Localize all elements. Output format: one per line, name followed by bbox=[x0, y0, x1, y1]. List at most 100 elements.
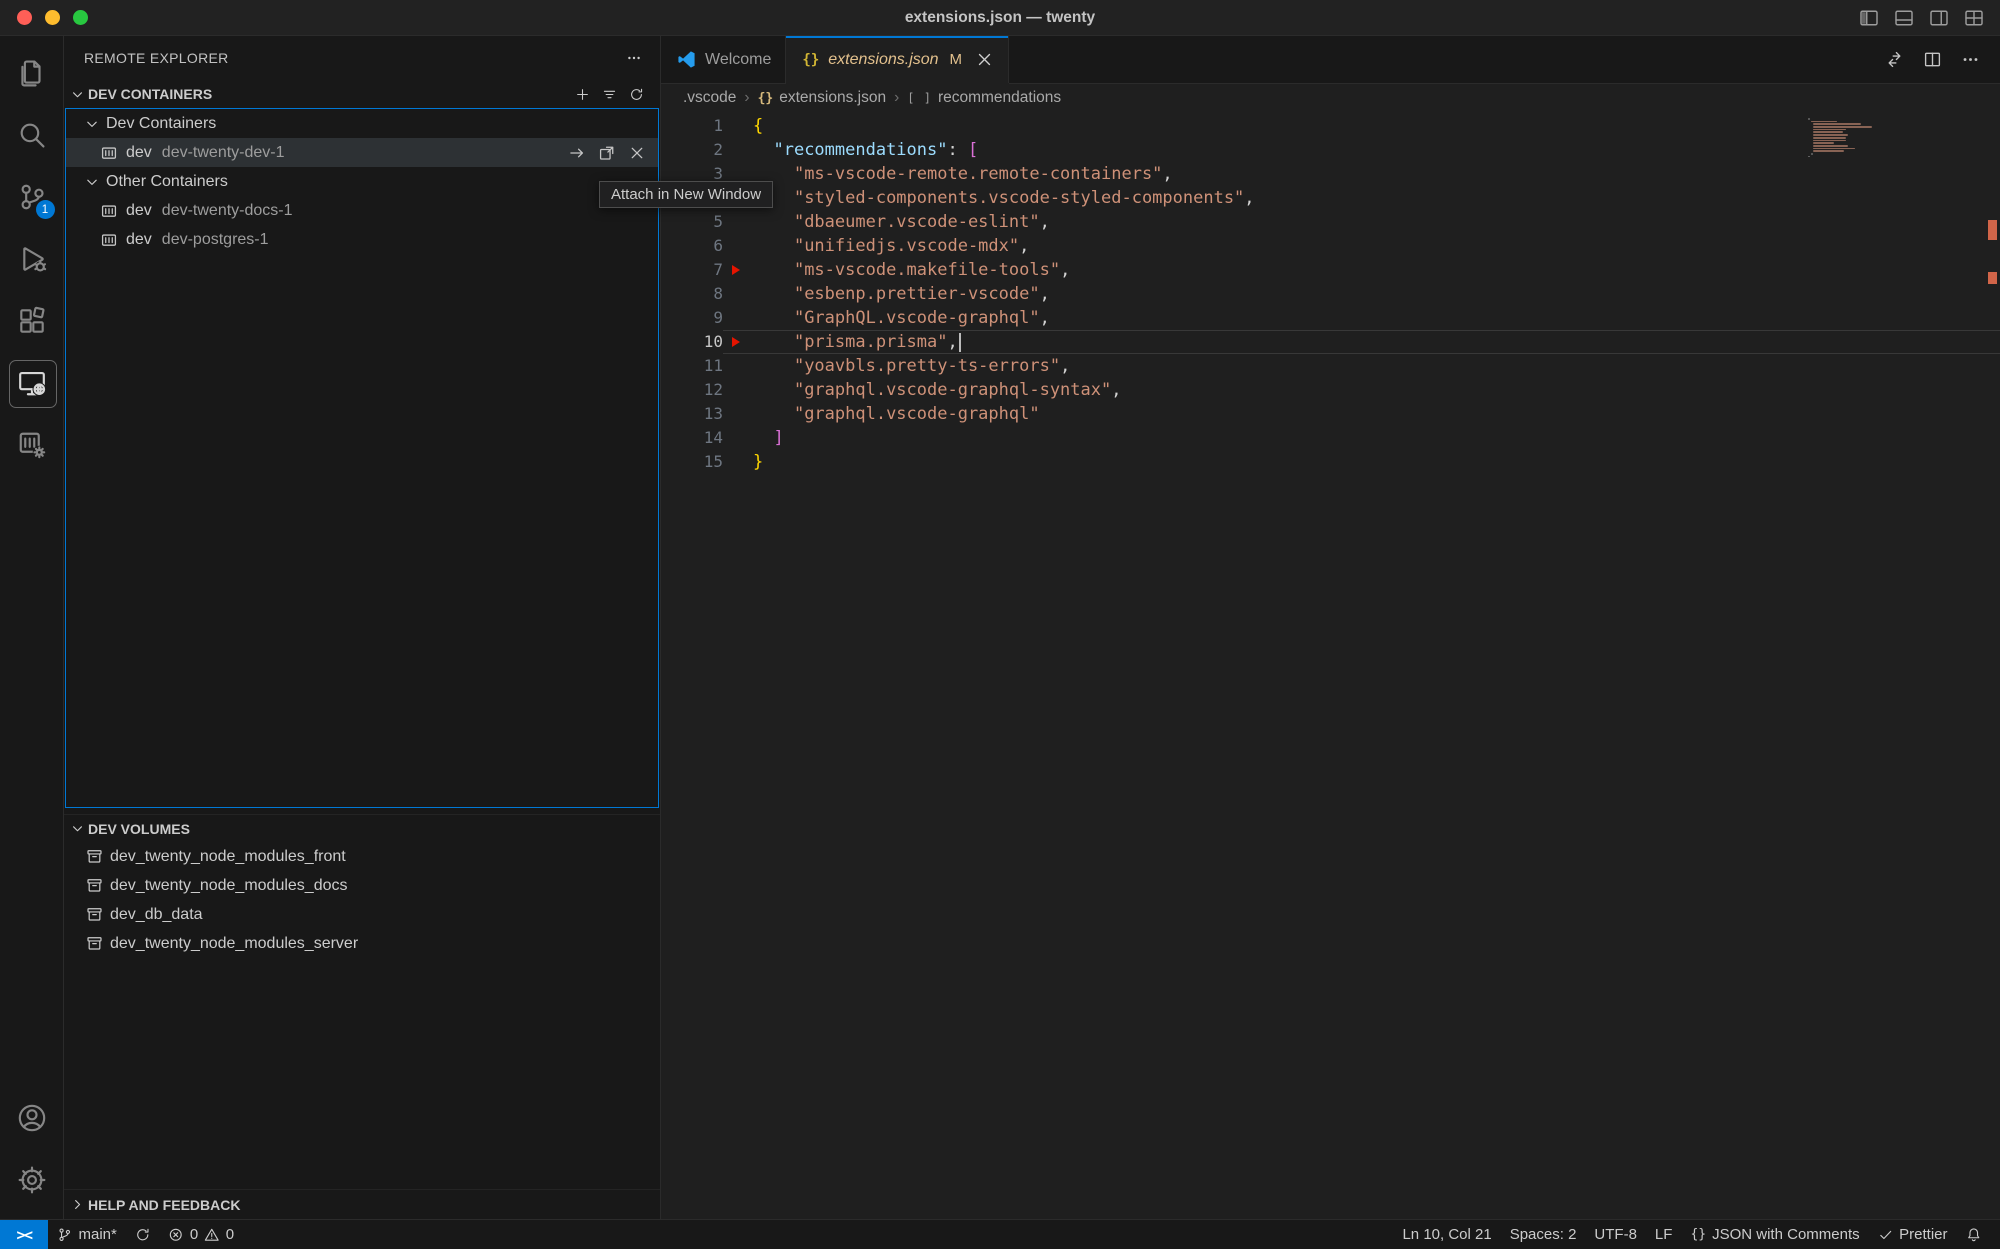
code-line-1[interactable]: 1{ bbox=[661, 114, 2000, 138]
attach-icon[interactable] bbox=[568, 144, 586, 162]
container-item-dev-twenty-docs-1[interactable]: devdev-twenty-docs-1 bbox=[66, 196, 658, 225]
line-number[interactable]: 1 bbox=[661, 114, 723, 138]
plus-icon[interactable] bbox=[575, 87, 590, 102]
volume-icon bbox=[86, 877, 103, 894]
line-number[interactable]: 11 bbox=[661, 354, 723, 378]
tab-welcome[interactable]: Welcome bbox=[661, 36, 786, 83]
cursor-position[interactable]: Ln 10, Col 21 bbox=[1393, 1220, 1500, 1249]
line-number[interactable]: 6 bbox=[661, 234, 723, 258]
code-line-10[interactable]: 10 "prisma.prisma", bbox=[661, 330, 2000, 354]
line-number[interactable]: 15 bbox=[661, 450, 723, 474]
activity-explorer[interactable] bbox=[0, 42, 64, 104]
code-line-5[interactable]: 5 "dbaeumer.vscode-eslint", bbox=[661, 210, 2000, 234]
container-description: dev-twenty-dev-1 bbox=[162, 144, 285, 162]
volume-item-dev-twenty-node-modules-docs[interactable]: dev_twenty_node_modules_docs bbox=[64, 871, 660, 900]
list-filter-icon[interactable] bbox=[602, 87, 617, 102]
code-line-4[interactable]: 4 "styled-components.vscode-styled-compo… bbox=[661, 186, 2000, 210]
language-mode[interactable]: {}JSON with Comments bbox=[1681, 1220, 1868, 1249]
line-number[interactable]: 2 bbox=[661, 138, 723, 162]
formatter[interactable]: Prettier bbox=[1869, 1220, 1957, 1249]
activity-search[interactable] bbox=[0, 104, 64, 166]
gutter-space bbox=[723, 114, 753, 138]
code-line-7[interactable]: 7 "ms-vscode.makefile-tools", bbox=[661, 258, 2000, 282]
activity-run-debug[interactable] bbox=[0, 228, 64, 290]
code-line-12[interactable]: 12 "graphql.vscode-graphql-syntax", bbox=[661, 378, 2000, 402]
minimize-window-button[interactable] bbox=[45, 10, 60, 25]
line-number[interactable]: 7 bbox=[661, 258, 723, 282]
container-item-dev-postgres-1[interactable]: devdev-postgres-1 bbox=[66, 225, 658, 254]
ellipsis-icon[interactable] bbox=[1961, 50, 1980, 69]
code-line-9[interactable]: 9 "GraphQL.vscode-graphql", bbox=[661, 306, 2000, 330]
encoding[interactable]: UTF-8 bbox=[1585, 1220, 1646, 1249]
code-line-15[interactable]: 15} bbox=[661, 450, 2000, 474]
close-icon[interactable] bbox=[628, 144, 646, 162]
line-number[interactable]: 9 bbox=[661, 306, 723, 330]
tab-extensions-json[interactable]: {}extensions.jsonM bbox=[786, 36, 1009, 83]
line-text: } bbox=[753, 450, 763, 474]
zoom-window-button[interactable] bbox=[73, 10, 88, 25]
line-number[interactable]: 5 bbox=[661, 210, 723, 234]
line-number[interactable]: 10 bbox=[661, 330, 723, 354]
volume-icon bbox=[86, 935, 103, 952]
git-branch-status[interactable]: main* bbox=[48, 1220, 126, 1249]
section-dev-containers[interactable]: DEV CONTAINERS bbox=[64, 80, 660, 108]
code-line-13[interactable]: 13 "graphql.vscode-graphql" bbox=[661, 402, 2000, 426]
attach-new-window-icon[interactable] bbox=[598, 144, 616, 162]
line-number[interactable]: 14 bbox=[661, 426, 723, 450]
line-number[interactable]: 12 bbox=[661, 378, 723, 402]
sync-status[interactable] bbox=[126, 1220, 160, 1249]
container-group-other-containers[interactable]: Other Containers bbox=[66, 167, 658, 196]
activity-container-tools[interactable] bbox=[0, 414, 64, 476]
compare-icon[interactable] bbox=[1885, 50, 1904, 69]
line-text: "dbaeumer.vscode-eslint", bbox=[753, 210, 1050, 234]
gutter-space bbox=[723, 306, 753, 330]
close-icon[interactable] bbox=[975, 50, 994, 69]
section-dev-volumes[interactable]: DEV VOLUMES bbox=[64, 814, 660, 842]
customize-layout-icon[interactable] bbox=[1964, 8, 1984, 28]
volume-item-dev-db-data[interactable]: dev_db_data bbox=[64, 900, 660, 929]
refresh-icon[interactable] bbox=[629, 87, 644, 102]
code-line-6[interactable]: 6 "unifiedjs.vscode-mdx", bbox=[661, 234, 2000, 258]
dev-containers-tree: Dev Containersdevdev-twenty-dev-1Other C… bbox=[65, 108, 659, 808]
remote-indicator[interactable]: >< bbox=[0, 1220, 48, 1249]
volume-item-dev-twenty-node-modules-server[interactable]: dev_twenty_node_modules_server bbox=[64, 929, 660, 958]
code-line-3[interactable]: 3 "ms-vscode-remote.remote-containers", bbox=[661, 162, 2000, 186]
breadcrumb-item-recommendations[interactable]: [ ]recommendations bbox=[907, 89, 1061, 107]
code-line-2[interactable]: 2 "recommendations": [ bbox=[661, 138, 2000, 162]
container-group-dev-containers[interactable]: Dev Containers bbox=[66, 109, 658, 138]
code-editor[interactable]: 1{2 "recommendations": [3 "ms-vscode-rem… bbox=[661, 112, 2000, 1219]
titlebar-layout-controls bbox=[1859, 8, 1984, 28]
layout-panel-icon[interactable] bbox=[1894, 8, 1914, 28]
layout-sidebar-right-icon[interactable] bbox=[1929, 8, 1949, 28]
minimap[interactable] bbox=[1808, 118, 1888, 158]
line-text: "GraphQL.vscode-graphql", bbox=[753, 306, 1050, 330]
overview-ruler[interactable] bbox=[1984, 112, 2000, 1219]
breadcrumb-item--vscode[interactable]: .vscode bbox=[683, 89, 736, 107]
indentation[interactable]: Spaces: 2 bbox=[1501, 1220, 1586, 1249]
more-actions-icon[interactable] bbox=[626, 50, 642, 66]
layout-sidebar-icon[interactable] bbox=[1859, 8, 1879, 28]
split-editor-icon[interactable] bbox=[1923, 50, 1942, 69]
code-line-8[interactable]: 8 "esbenp.prettier-vscode", bbox=[661, 282, 2000, 306]
code-line-11[interactable]: 11 "yoavbls.pretty-ts-errors", bbox=[661, 354, 2000, 378]
eol[interactable]: LF bbox=[1646, 1220, 1682, 1249]
line-number[interactable]: 13 bbox=[661, 402, 723, 426]
code-lines: 1{2 "recommendations": [3 "ms-vscode-rem… bbox=[661, 114, 2000, 474]
chevron-right-icon bbox=[70, 1197, 85, 1212]
breadcrumb-item-extensions-json[interactable]: {}extensions.json bbox=[758, 89, 887, 107]
close-window-button[interactable] bbox=[17, 10, 32, 25]
activity-source-control[interactable]: 1 bbox=[0, 166, 64, 228]
tooltip: Attach in New Window bbox=[599, 181, 773, 208]
activity-remote-explorer[interactable] bbox=[0, 352, 64, 414]
activity-accounts[interactable] bbox=[0, 1087, 64, 1149]
section-help-feedback[interactable]: HELP AND FEEDBACK bbox=[64, 1189, 660, 1219]
code-line-14[interactable]: 14 ] bbox=[661, 426, 2000, 450]
problems-status[interactable]: 00 bbox=[159, 1220, 243, 1249]
container-item-dev-twenty-dev-1[interactable]: devdev-twenty-dev-1 bbox=[66, 138, 658, 167]
minimap-line bbox=[1813, 140, 1846, 142]
notifications-bell[interactable] bbox=[1957, 1220, 1991, 1249]
line-number[interactable]: 8 bbox=[661, 282, 723, 306]
activity-settings[interactable] bbox=[0, 1149, 64, 1211]
activity-extensions[interactable] bbox=[0, 290, 64, 352]
volume-item-dev-twenty-node-modules-front[interactable]: dev_twenty_node_modules_front bbox=[64, 842, 660, 871]
